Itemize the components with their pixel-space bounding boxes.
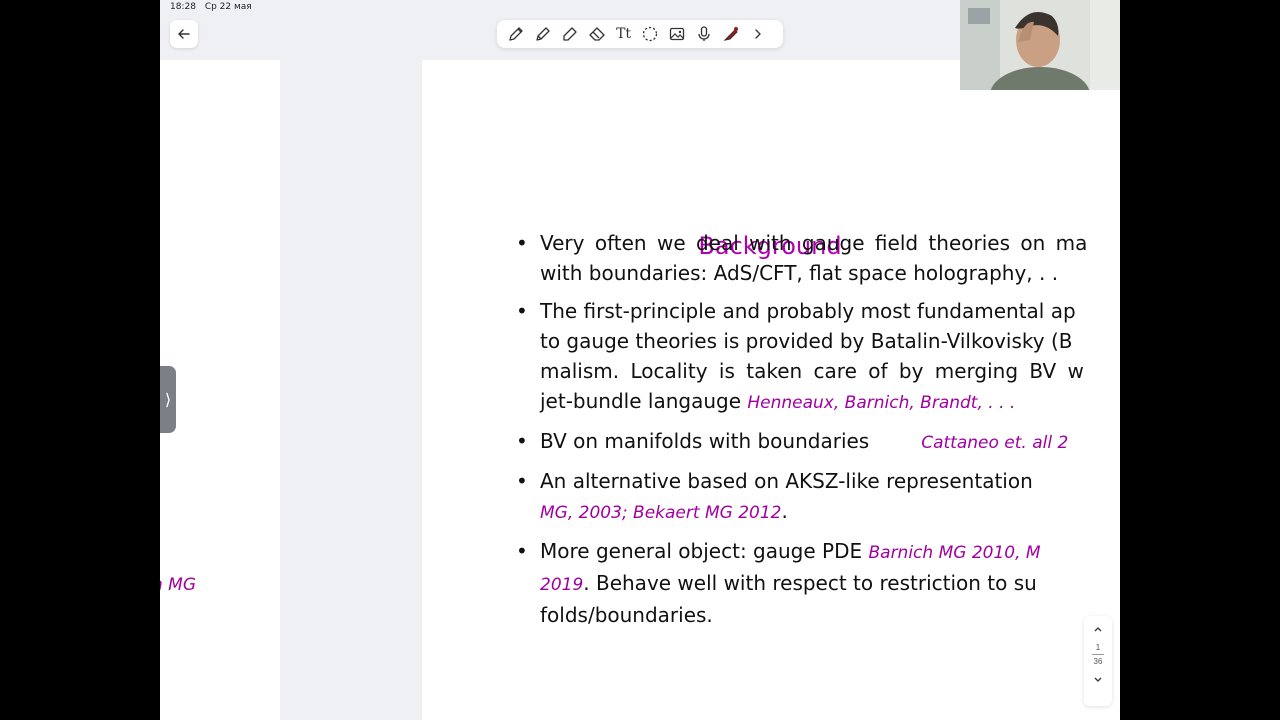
page-navigator: 1 36 (1084, 616, 1112, 706)
bullet-line: to gauge theories is provided by Batalin… (540, 329, 1073, 353)
chevron-right-icon (754, 29, 761, 39)
list-item: • Very often we deal with gauge field th… (516, 228, 1120, 288)
pencil-tool[interactable] (530, 20, 557, 48)
bullet-dot: • (516, 539, 528, 563)
bullet-line: The first-principle and probably most fu… (540, 299, 1076, 323)
bullet-line: 2019. Behave well with respect to restri… (540, 571, 1037, 595)
bullet-line: malism. Locality is taken care of by mer… (540, 359, 1084, 383)
annotation-toolbar: Tt (497, 20, 783, 48)
bullet-line: An alternative based on AKSZ-like repres… (540, 469, 1033, 493)
text-tool[interactable]: Tt (610, 20, 637, 48)
toolbar-more-button[interactable] (744, 20, 771, 48)
arrow-left-icon (178, 29, 190, 39)
bullet-line: jet-bundle langauge Henneaux, Barnich, B… (540, 389, 1016, 413)
citation: 2019 (540, 575, 584, 595)
list-item: • An alternative based on AKSZ-like repr… (516, 466, 1120, 528)
bullet-list: • Very often we deal with gauge field th… (516, 228, 1120, 638)
bullet-line: More general object: gauge PDE Barnich M… (540, 539, 1041, 563)
bullet-line: with boundaries: AdS/CFT, flat space hol… (540, 261, 1059, 285)
prev-page-button[interactable] (1084, 616, 1112, 642)
status-bar: 18:28 Ср 22 мая (170, 2, 258, 12)
list-item: • BV on manifolds with boundaries Cattane… (516, 426, 1120, 458)
total-pages: 36 (1093, 657, 1103, 666)
bullet-dot: • (516, 429, 528, 453)
chevron-down-icon (1094, 677, 1102, 682)
citation: Barnich MG 2010, M (868, 543, 1041, 563)
lasso-icon (643, 26, 658, 42)
bullet-line: folds/boundaries. (540, 603, 713, 627)
previous-page: n MG (160, 60, 280, 720)
next-page-button[interactable] (1084, 667, 1112, 693)
chevron-right-icon: ⟩ (164, 391, 172, 409)
page-divider (1092, 654, 1104, 655)
bullet-line: Very often we deal with gauge field theo… (540, 231, 1088, 255)
list-item: • The first-principle and probably most … (516, 296, 1120, 418)
webcam-video-feed (960, 0, 1120, 90)
eraser-icon (589, 27, 605, 41)
list-item: • More general object: gauge PDE Barnich… (516, 536, 1120, 630)
pen-tool[interactable] (503, 20, 530, 48)
bullet-dot: • (516, 231, 528, 255)
laser-pointer-icon (723, 27, 738, 41)
citation: MG, 2003; Bekaert MG 2012 (540, 503, 782, 523)
webcam-image (960, 0, 1120, 90)
eraser-tool[interactable] (583, 20, 610, 48)
pen-icon (509, 27, 524, 41)
current-page-number: 1 (1095, 643, 1101, 652)
sidebar-toggle-handle[interactable]: ⟩ (160, 366, 176, 433)
laser-pointer-tool[interactable] (717, 20, 744, 48)
pencil-icon (536, 27, 550, 41)
text-tool-icon: Tt (616, 26, 632, 42)
tablet-screen: 18:28 Ср 22 мая Tt n MG ⟩ Background • V… (160, 0, 1120, 720)
citation: Cattaneo et. all 2 (921, 433, 1069, 453)
highlighter-tool[interactable] (557, 20, 584, 48)
status-time: 18:28 (170, 2, 196, 12)
lasso-tool[interactable] (637, 20, 664, 48)
back-button[interactable] (170, 20, 198, 48)
chevron-up-icon (1094, 627, 1102, 632)
bullet-dot: • (516, 469, 528, 493)
citation: Henneaux, Barnich, Brandt, . . . (747, 393, 1016, 413)
image-tool[interactable] (664, 20, 691, 48)
bullet-line: MG, 2003; Bekaert MG 2012. (540, 499, 788, 523)
microphone-icon (698, 26, 710, 41)
image-icon (670, 27, 685, 41)
highlighter-icon (563, 27, 577, 41)
page-text-fragment: n MG (160, 575, 197, 595)
bullet-dot: • (516, 299, 528, 323)
bullet-line: BV on manifolds with boundaries Cattaneo … (540, 429, 1069, 453)
audio-tool[interactable] (691, 20, 718, 48)
status-date: Ср 22 мая (204, 2, 252, 12)
current-page: Background • Very often we deal with gau… (422, 60, 1120, 720)
